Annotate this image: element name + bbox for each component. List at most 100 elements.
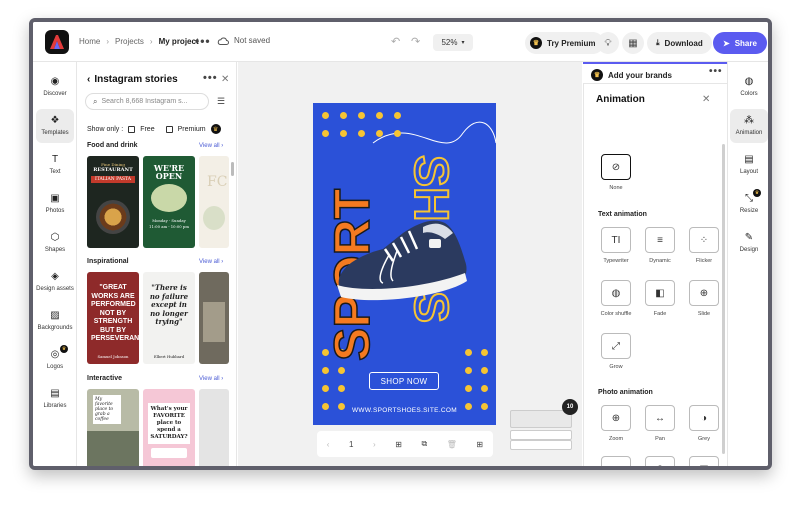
anim-grow[interactable]: ⤢ Grow [594, 333, 638, 370]
sneaker-image[interactable] [333, 209, 473, 309]
template-thumb-coffee[interactable]: My favorite place to grab a coffee [87, 389, 139, 466]
template-thumb-partial[interactable] [199, 272, 229, 364]
pages-stack[interactable] [510, 410, 572, 450]
fade-icon: ◧ [645, 280, 675, 306]
design-icon: ✎ [744, 232, 754, 243]
rail-item-discover[interactable]: ◉ Discover [36, 70, 74, 104]
view-all-link[interactable]: View all › [199, 376, 223, 382]
tile-label: Typewriter [603, 258, 629, 264]
download-button[interactable]: ⤓ Download [647, 32, 712, 54]
rrail-item-animation[interactable]: ⁂ Animation [730, 109, 768, 143]
undo-icon[interactable]: ↶ [391, 35, 400, 48]
color-shuffle-icon: ◍ [645, 456, 675, 466]
palette-icon: ◍ [744, 76, 754, 87]
anim-flicker[interactable]: ⁘ Flicker [682, 227, 726, 264]
try-premium-button[interactable]: ♛ Try Premium [525, 32, 605, 54]
show-only-label: Show only : [87, 125, 124, 133]
anim-grey[interactable]: ◑ Grey [682, 405, 726, 442]
animation-scrollbar[interactable] [722, 144, 725, 454]
compass-icon: ◉ [50, 76, 60, 87]
template-thumb-restaurant[interactable]: Fine Dining RESTAURANT ITALIAN PASTA [87, 156, 139, 248]
filter-icon[interactable]: ☰ [217, 96, 225, 107]
zoom-select[interactable]: 52% ▾ [433, 34, 473, 51]
prev-page-icon[interactable]: ‹ [327, 440, 330, 449]
anim-photo-tile[interactable]: ◍ [638, 456, 682, 466]
template-thumb-saturday[interactable]: What's your FAVORITE place to spend a SA… [143, 389, 195, 466]
add-page-icon[interactable]: ⊞ [395, 440, 402, 449]
text-icon: T [51, 154, 59, 165]
template-thumb-no-failure[interactable]: "There is no failure except in no longer… [143, 272, 195, 364]
breadcrumb-projects[interactable]: Projects [115, 37, 144, 46]
tile-label: Grow [609, 364, 623, 370]
grid-view-icon[interactable]: ⊞ [476, 440, 483, 449]
duplicate-page-icon[interactable]: ⧉ [421, 439, 427, 449]
template-thumb-partial[interactable] [199, 389, 229, 466]
calendar-icon[interactable]: ▦ [622, 32, 644, 54]
search-input[interactable]: ⌕ Search 8,668 Instagram s... [85, 93, 209, 110]
cloud-icon [217, 37, 229, 45]
section-title: Inspirational [87, 258, 129, 265]
breadcrumb-current[interactable]: My project [159, 37, 199, 46]
poster-artboard[interactable]: SPORT SHOES SHOP NOW WWW.SPORTSHOES.SITE… [313, 103, 496, 425]
panel-more-button[interactable]: ••• [203, 72, 218, 84]
rail-item-backgrounds[interactable]: ▨ Backgrounds [36, 304, 74, 338]
brands-more-button[interactable]: ••• [709, 66, 723, 77]
download-label: Download [664, 38, 703, 48]
anim-pan[interactable]: ↔ Pan [638, 405, 682, 442]
anim-color-shuffle[interactable]: ◍ Color shuffle [594, 280, 638, 317]
download-icon: ⤓ [656, 38, 660, 47]
anim-photo-tile[interactable]: ◧ [682, 456, 726, 466]
tile-label: Pan [655, 436, 665, 442]
back-chevron-icon[interactable]: ‹ [87, 74, 90, 85]
anim-none[interactable]: ⊘ None [594, 154, 638, 191]
template-thumb-partial[interactable]: FC [199, 156, 229, 248]
app-logo[interactable] [45, 30, 69, 54]
delete-page-icon[interactable]: 🗑︎ [447, 440, 457, 449]
search-placeholder: Search 8,668 Instagram s... [101, 98, 188, 105]
rail-item-libraries[interactable]: ▤ Libraries [36, 382, 74, 416]
template-thumb-great-works[interactable]: "GREAT WORKS ARE PERFORMED NOT BY STRENG… [87, 272, 139, 364]
rail-item-logos[interactable]: ◎ Logos ♛ [36, 343, 74, 377]
free-checkbox[interactable] [128, 125, 136, 133]
redo-icon[interactable]: ↷ [411, 35, 420, 48]
close-icon[interactable]: ✕ [702, 94, 710, 105]
premium-checkbox[interactable] [165, 125, 173, 133]
panel-title: ‹ Instagram stories [87, 74, 178, 85]
rail-item-shapes[interactable]: ⬡ Shapes [36, 226, 74, 260]
chevron-down-icon: ▾ [461, 40, 465, 46]
anim-typewriter[interactable]: TI Typewriter [594, 227, 638, 264]
anim-zoom[interactable]: ⊕ Zoom [594, 405, 638, 442]
view-all-link[interactable]: View all › [199, 259, 223, 265]
rail-item-text[interactable]: T Text [36, 148, 74, 182]
rrail-item-design[interactable]: ✎ Design [730, 226, 768, 260]
breadcrumb-home[interactable]: Home [79, 37, 100, 46]
rrail-item-resize[interactable]: ⤡ Resize ♛ [730, 187, 768, 221]
lightbulb-icon[interactable]: 💡︎ [597, 32, 619, 54]
rail-item-templates[interactable]: ❖ Templates [36, 109, 74, 143]
anim-slide[interactable]: ⊕ Slide [682, 280, 726, 317]
show-only-filter: Show only : Free Premium ♛ [87, 124, 221, 134]
panel-scrollbar[interactable] [231, 162, 234, 176]
rrail-item-layout[interactable]: ▤ Layout [730, 148, 768, 182]
anim-fade[interactable]: ◧ Fade [638, 280, 682, 317]
template-thumb-open[interactable]: WE'RE OPEN Monday - Sunday 11:00 am - 10… [143, 156, 195, 248]
page-number: 1 [348, 439, 354, 449]
close-icon[interactable]: ✕ [221, 74, 229, 85]
dynamic-icon: ≡ [645, 227, 675, 253]
view-all-link[interactable]: View all › [199, 143, 223, 149]
anim-dynamic[interactable]: ≡ Dynamic [638, 227, 682, 264]
zoom-icon: ⊕ [601, 405, 631, 431]
rail-item-design-assets[interactable]: ◈ Design assets [36, 265, 74, 299]
photo-animation-heading: Photo animation [598, 389, 653, 396]
anim-photo-tile[interactable]: ◌ [594, 456, 638, 466]
rail-item-photos[interactable]: ▣ Photos [36, 187, 74, 221]
poster-website: WWW.SPORTSHOES.SITE.COM [351, 407, 457, 414]
thumb-text: WE'RE OPEN [153, 163, 185, 181]
more-options-button[interactable]: ••• [195, 34, 211, 48]
add-brands-button[interactable]: ♛ Add your brands [591, 69, 672, 81]
next-page-icon[interactable]: › [373, 440, 376, 449]
share-button[interactable]: ➤ Share [713, 32, 767, 54]
rrail-item-colors[interactable]: ◍ Colors [730, 70, 768, 104]
page-navigation-bar: ‹ 1 › ⊞ ⧉ 🗑︎ ⊞ [317, 431, 493, 457]
shop-now-button[interactable]: SHOP NOW [369, 372, 439, 390]
